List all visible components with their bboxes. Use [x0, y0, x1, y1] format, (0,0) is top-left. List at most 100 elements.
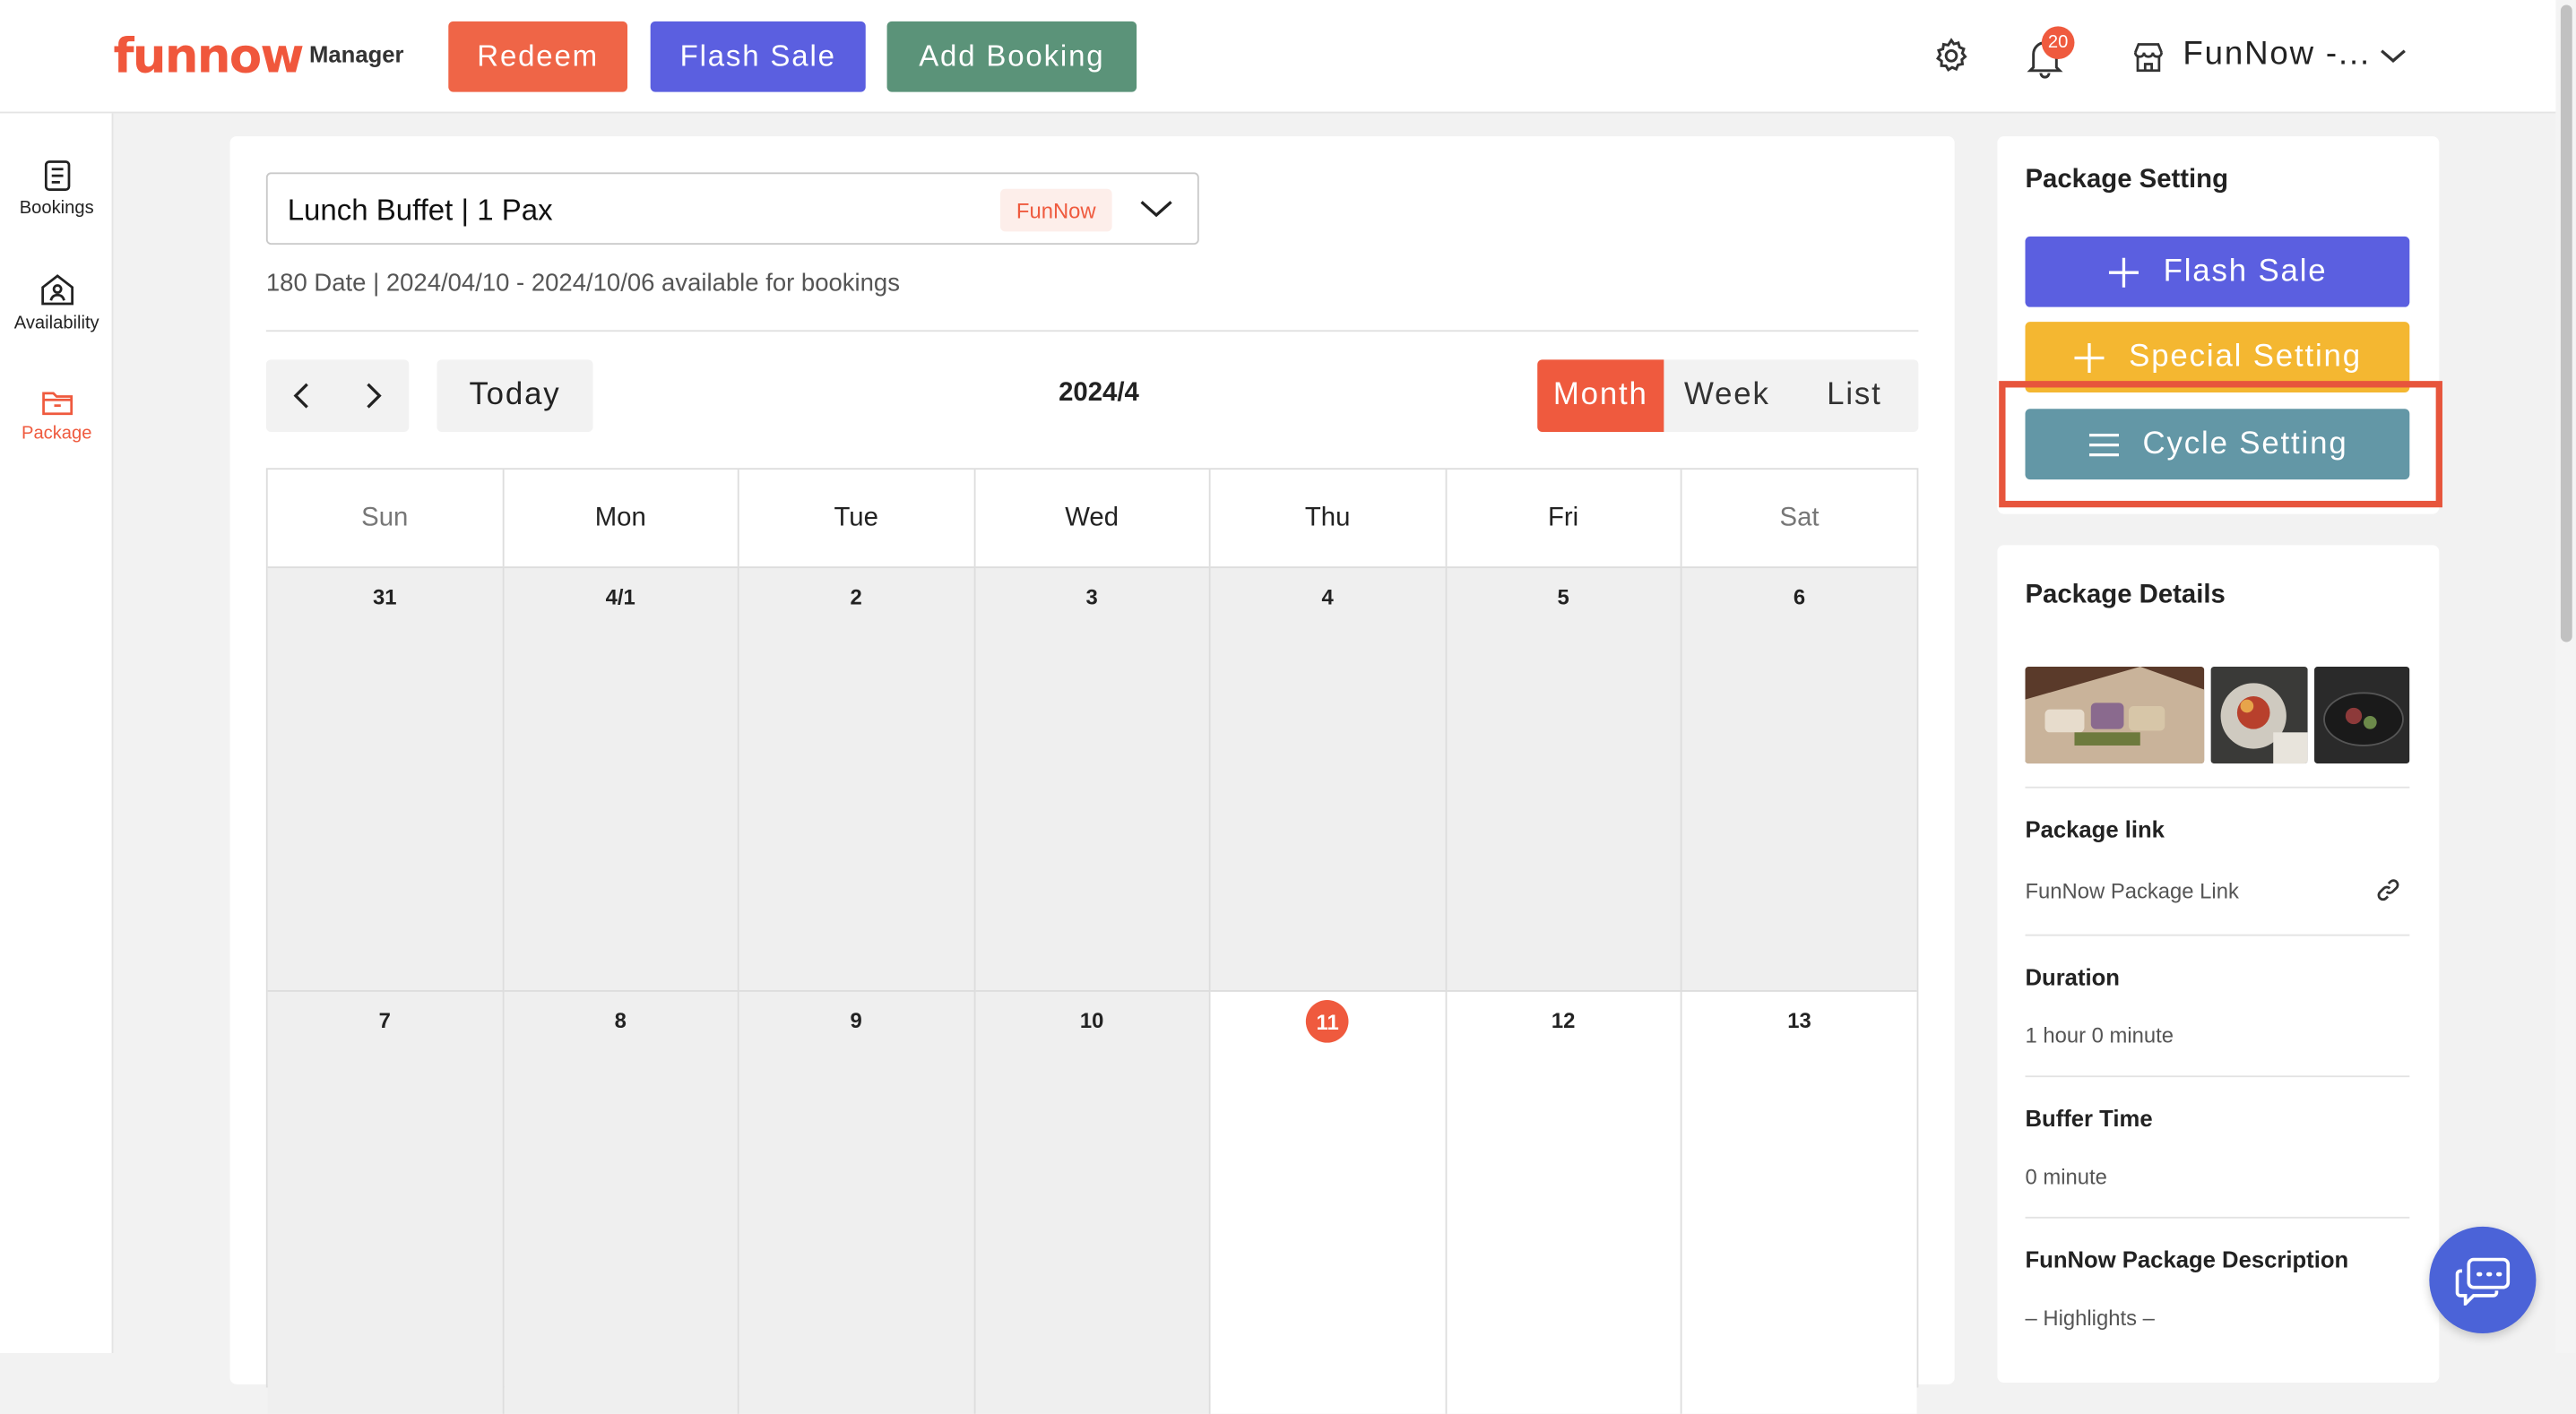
date-number: 31 — [373, 584, 397, 609]
date-number: 8 — [614, 1008, 627, 1033]
scrollbar-thumb[interactable] — [2560, 4, 2572, 642]
package-select[interactable]: Lunch Buffet | 1 Pax FunNow — [265, 172, 1199, 246]
store-icon — [2133, 43, 2163, 73]
calendar-day-cell[interactable]: 4/1 — [503, 566, 739, 991]
calendar-card: Lunch Buffet | 1 Pax FunNow 180 Date | 2… — [229, 136, 1955, 1414]
date-number: 12 — [1551, 1008, 1576, 1033]
add-booking-button[interactable]: Add Booking — [886, 21, 1137, 92]
plus-icon — [2074, 342, 2105, 373]
duration-label: Duration — [2025, 963, 2120, 991]
description-label: FunNow Package Description — [2025, 1246, 2349, 1273]
view-month-button[interactable]: Month — [1537, 359, 1664, 432]
calendar-day-cell[interactable]: 8 — [503, 990, 739, 1414]
chat-button[interactable] — [2429, 1226, 2537, 1334]
chevron-right-icon[interactable] — [359, 381, 385, 410]
calendar-day-cell[interactable]: 2 — [739, 566, 975, 991]
date-number: 13 — [1787, 1008, 1811, 1033]
calendar-day-cell[interactable]: 11 — [1210, 990, 1447, 1414]
gear-icon[interactable] — [1932, 36, 1971, 75]
today-date-number: 11 — [1306, 1000, 1349, 1043]
document-icon — [44, 160, 70, 192]
calendar-day-cell[interactable]: 3 — [974, 566, 1211, 991]
chat-icon — [2454, 1256, 2510, 1305]
date-number: 4 — [1321, 584, 1334, 609]
divider — [2025, 786, 2410, 789]
panel-title: Package Details — [2025, 581, 2226, 609]
button-label: Flash Sale — [2163, 254, 2328, 289]
weekday-header: Fri — [1447, 470, 1682, 567]
calendar-day-cell[interactable]: 4 — [1210, 566, 1447, 991]
package-link[interactable]: FunNow Package Link — [2026, 878, 2239, 902]
date-number: 5 — [1557, 584, 1569, 609]
sidebar-item-bookings[interactable]: Bookings — [0, 160, 113, 219]
folder-icon — [41, 392, 73, 416]
logo-subtitle: Manager — [309, 40, 404, 68]
view-list-button[interactable]: List — [1790, 359, 1918, 432]
divider — [2025, 1216, 2410, 1219]
sidebar-item-availability[interactable]: Availability — [0, 272, 113, 333]
chevron-down-icon[interactable] — [2377, 44, 2410, 67]
home-user-icon — [40, 274, 73, 306]
highlight-box — [1999, 381, 2442, 508]
divider — [2025, 1075, 2410, 1078]
top-header: funnow Manager Redeem Flash Sale Add Boo… — [0, 0, 2556, 114]
weekday-header: Sun — [268, 470, 504, 567]
flash-sale-button[interactable]: Flash Sale — [2025, 236, 2410, 307]
package-link-label: Package link — [2025, 815, 2165, 843]
funnow-logo[interactable]: funnow Manager — [113, 30, 403, 82]
buffer-time-value: 0 minute — [2025, 1164, 2107, 1189]
calendar-day-cell[interactable]: 6 — [1681, 566, 1917, 991]
weekday-header: Mon — [504, 470, 739, 567]
button-label: Special Setting — [2129, 339, 2362, 374]
link-icon[interactable] — [2377, 878, 2400, 901]
date-number: 10 — [1079, 1008, 1104, 1033]
buffer-time-label: Buffer Time — [2025, 1105, 2153, 1132]
availability-text: 180 Date | 2024/04/10 - 2024/10/06 avail… — [265, 269, 900, 297]
calendar-day-cell[interactable]: 10 — [974, 990, 1211, 1414]
today-button[interactable]: Today — [437, 359, 593, 432]
calendar-day-cell[interactable]: 7 — [267, 990, 504, 1414]
date-number: 7 — [378, 1008, 391, 1033]
view-switcher: Month Week List — [1537, 359, 1919, 432]
header-flash-sale-button[interactable]: Flash Sale — [650, 21, 866, 92]
package-photo[interactable] — [2210, 667, 2308, 764]
chevron-left-icon[interactable] — [290, 381, 316, 410]
date-number: 3 — [1085, 584, 1098, 609]
logo-text: funnow — [113, 28, 304, 84]
app-root: funnow Manager Redeem Flash Sale Add Boo… — [0, 0, 2576, 1414]
description-value: – Highlights – — [2025, 1305, 2155, 1331]
calendar-grid: Sun Mon Tue Wed Thu Fri Sat 31 4/1 2 3 4 5 6 7 8 9 10 11 12… — [265, 468, 1919, 1414]
package-photo[interactable] — [2025, 667, 2205, 764]
calendar-nav — [265, 359, 410, 432]
date-number: 9 — [850, 1008, 862, 1033]
panel-title: Package Setting — [2025, 166, 2229, 194]
date-number: 6 — [1793, 584, 1806, 609]
chevron-down-icon[interactable] — [1138, 197, 1174, 220]
redeem-button[interactable]: Redeem — [448, 21, 628, 92]
package-details-panel: Package Details Package link FunNow Pack… — [1997, 545, 2440, 1383]
sidebar-item-label: Package — [21, 423, 92, 444]
platform-tag: FunNow — [1000, 188, 1112, 232]
date-number: 4/1 — [605, 584, 635, 609]
package-photo[interactable] — [2314, 667, 2410, 764]
weekday-header: Sat — [1779, 503, 1820, 531]
account-name[interactable]: FunNow -... — [2183, 36, 2371, 73]
duration-value: 1 hour 0 minute — [2025, 1022, 2174, 1048]
calendar-title: 2024/4 — [1059, 379, 1139, 408]
sidebar-item-label: Availability — [13, 314, 99, 334]
notification-badge: 20 — [2041, 26, 2075, 59]
calendar-day-cell[interactable]: 5 — [1446, 566, 1682, 991]
sidebar-item-label: Bookings — [19, 198, 94, 219]
view-week-button[interactable]: Week — [1664, 359, 1790, 432]
calendar-day-cell[interactable]: 12 — [1446, 990, 1682, 1414]
weekday-header: Wed — [975, 470, 1211, 567]
sidebar-item-package[interactable]: Package — [0, 387, 113, 444]
plus-icon — [2109, 256, 2139, 287]
date-number: 2 — [850, 584, 862, 609]
divider — [2025, 934, 2410, 936]
calendar-day-cell[interactable]: 9 — [739, 990, 975, 1414]
sidebar: Bookings Availability Package — [0, 113, 114, 1353]
weekday-header: Tue — [739, 470, 975, 567]
calendar-day-cell[interactable]: 13 — [1681, 990, 1917, 1414]
calendar-day-cell[interactable]: 31 — [267, 566, 504, 991]
